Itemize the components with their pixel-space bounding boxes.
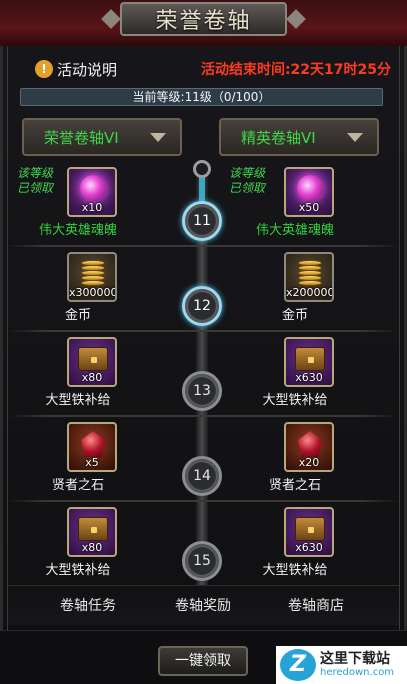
panel-title: 荣誉卷轴 — [120, 2, 287, 36]
reward-name: 大型铁补给 — [45, 563, 111, 578]
right-reward-item[interactable]: x20 — [284, 422, 334, 472]
claimed-label: 该等级已领取 — [228, 166, 265, 195]
tab-scroll-shop[interactable]: 卷轴商店 — [256, 586, 376, 626]
right-reward-item[interactable]: x630 — [284, 507, 334, 557]
left-reward-item[interactable]: x10 — [67, 167, 117, 217]
reward-name: 伟大英雄魂魄 — [255, 223, 334, 238]
reward-quantity: x2000000 — [286, 286, 334, 299]
reward-quantity: x80 — [81, 541, 103, 554]
scroll-select-left[interactable]: 荣誉卷轴VI — [22, 118, 182, 156]
left-reward-item[interactable]: x80 — [67, 337, 117, 387]
tab-scroll-tasks[interactable]: 卷轴任务 — [28, 586, 148, 626]
level-node: 12 — [182, 286, 222, 326]
reward-quantity: x630 — [295, 371, 323, 384]
reward-name: 金币 — [64, 308, 91, 323]
banner-ornament-right — [286, 9, 306, 29]
right-reward-item[interactable]: x50 — [284, 167, 334, 217]
watermark-logo: Z — [280, 649, 316, 681]
scroll-select-left-label: 荣誉卷轴VI — [44, 128, 119, 147]
reward-name: 大型铁补给 — [262, 393, 328, 408]
claim-all-button[interactable]: 一键领取 — [158, 646, 248, 676]
reward-name: 伟大英雄魂魄 — [38, 223, 117, 238]
watermark-name: 这里下载站 — [320, 651, 390, 667]
chevron-down-icon — [150, 132, 166, 142]
level-node: 14 — [182, 456, 222, 496]
reward-quantity: x80 — [81, 371, 103, 384]
event-timer: 活动结束时间:22天17时25分 — [200, 62, 391, 78]
right-reward-item[interactable]: x630 — [284, 337, 334, 387]
left-reward-item[interactable]: x5 — [67, 422, 117, 472]
reward-name: 大型铁补给 — [262, 563, 328, 578]
bottom-tabs: 卷轴任务 卷轴奖励 卷轴商店 — [8, 585, 399, 625]
chevron-down-icon — [347, 132, 363, 142]
banner-ornament-left — [101, 9, 121, 29]
reward-quantity: x50 — [298, 201, 320, 214]
reward-quantity: x630 — [295, 541, 323, 554]
exclamation-icon[interactable]: ! — [35, 60, 53, 78]
reward-quantity: x20 — [298, 456, 320, 469]
level-progress-text: 当前等级:11级（0/100） — [132, 90, 271, 104]
reward-name: 大型铁补给 — [45, 393, 111, 408]
watermark-url: heredown.com — [320, 667, 395, 678]
title-banner: 荣誉卷轴 — [0, 0, 407, 46]
reward-quantity: x10 — [81, 201, 103, 214]
event-info-link[interactable]: 活动说明 — [57, 59, 117, 80]
scroll-select-right-label: 精英卷轴VI — [241, 128, 316, 147]
claimed-label: 该等级已领取 — [16, 166, 53, 195]
level-node: 13 — [182, 371, 222, 411]
left-reward-item[interactable]: x300000 — [67, 252, 117, 302]
left-reward-item[interactable]: x80 — [67, 507, 117, 557]
reward-name: 贤者之石 — [51, 478, 104, 493]
reward-name: 金币 — [281, 308, 308, 323]
level-node: 11 — [182, 201, 222, 241]
scroll-select-right[interactable]: 精英卷轴VI — [219, 118, 379, 156]
level-progress-bar: 当前等级:11级（0/100） — [20, 88, 383, 106]
tab-scroll-rewards[interactable]: 卷轴奖励 — [143, 586, 263, 626]
site-watermark: Z 这里下载站 heredown.com — [276, 646, 407, 684]
reward-quantity: x5 — [85, 456, 99, 469]
level-node: 15 — [182, 541, 222, 581]
reward-name: 贤者之石 — [268, 478, 321, 493]
right-reward-item[interactable]: x2000000 — [284, 252, 334, 302]
reward-quantity: x300000 — [69, 286, 117, 299]
